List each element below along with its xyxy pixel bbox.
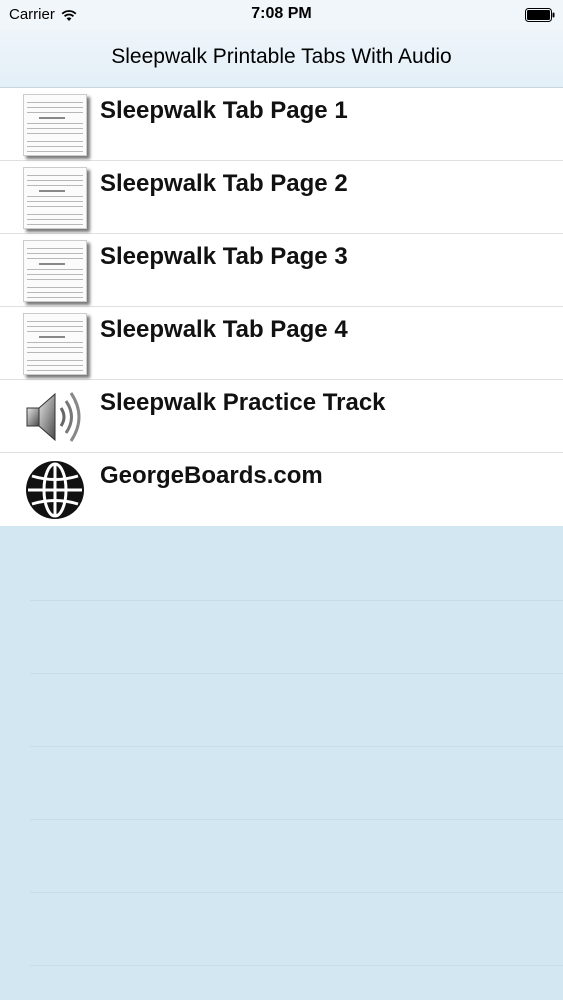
list-item-label: GeorgeBoards.com [100, 462, 323, 489]
battery-full-icon [525, 8, 555, 22]
navigation-bar: Sleepwalk Printable Tabs With Audio [0, 30, 563, 88]
row-separator [30, 892, 563, 893]
list-item-label: Sleepwalk Tab Page 4 [100, 316, 348, 343]
row-separator [30, 746, 563, 747]
globe-icon [26, 461, 84, 519]
row-separator [30, 819, 563, 820]
row-separator [30, 673, 563, 674]
list-item-tab-page-4[interactable]: Sleepwalk Tab Page 4 [0, 307, 563, 380]
tab-sheet-thumbnail-icon [23, 313, 87, 375]
status-bar: Carrier 7:08 PM [0, 0, 563, 30]
list-item-practice-track[interactable]: Sleepwalk Practice Track [0, 380, 563, 453]
speaker-icon [26, 392, 81, 442]
list-item-tab-page-2[interactable]: Sleepwalk Tab Page 2 [0, 161, 563, 234]
list-item-label: Sleepwalk Tab Page 2 [100, 170, 348, 197]
menu-list: Sleepwalk Tab Page 1 Sleepwalk Tab Page … [0, 88, 563, 526]
tab-sheet-thumbnail-icon [23, 167, 87, 229]
page-title: Sleepwalk Printable Tabs With Audio [111, 45, 452, 68]
row-separator [30, 965, 563, 966]
status-time: 7:08 PM [251, 5, 312, 22]
empty-list-area [0, 527, 563, 1000]
list-item-label: Sleepwalk Tab Page 1 [100, 97, 348, 124]
tab-sheet-thumbnail-icon [23, 94, 87, 156]
list-item-georgeboards[interactable]: GeorgeBoards.com [0, 453, 563, 526]
list-item-label: Sleepwalk Tab Page 3 [100, 243, 348, 270]
list-item-tab-page-1[interactable]: Sleepwalk Tab Page 1 [0, 88, 563, 161]
list-item-tab-page-3[interactable]: Sleepwalk Tab Page 3 [0, 234, 563, 307]
row-separator [30, 600, 563, 601]
tab-sheet-thumbnail-icon [23, 240, 87, 302]
list-item-label: Sleepwalk Practice Track [100, 389, 386, 416]
